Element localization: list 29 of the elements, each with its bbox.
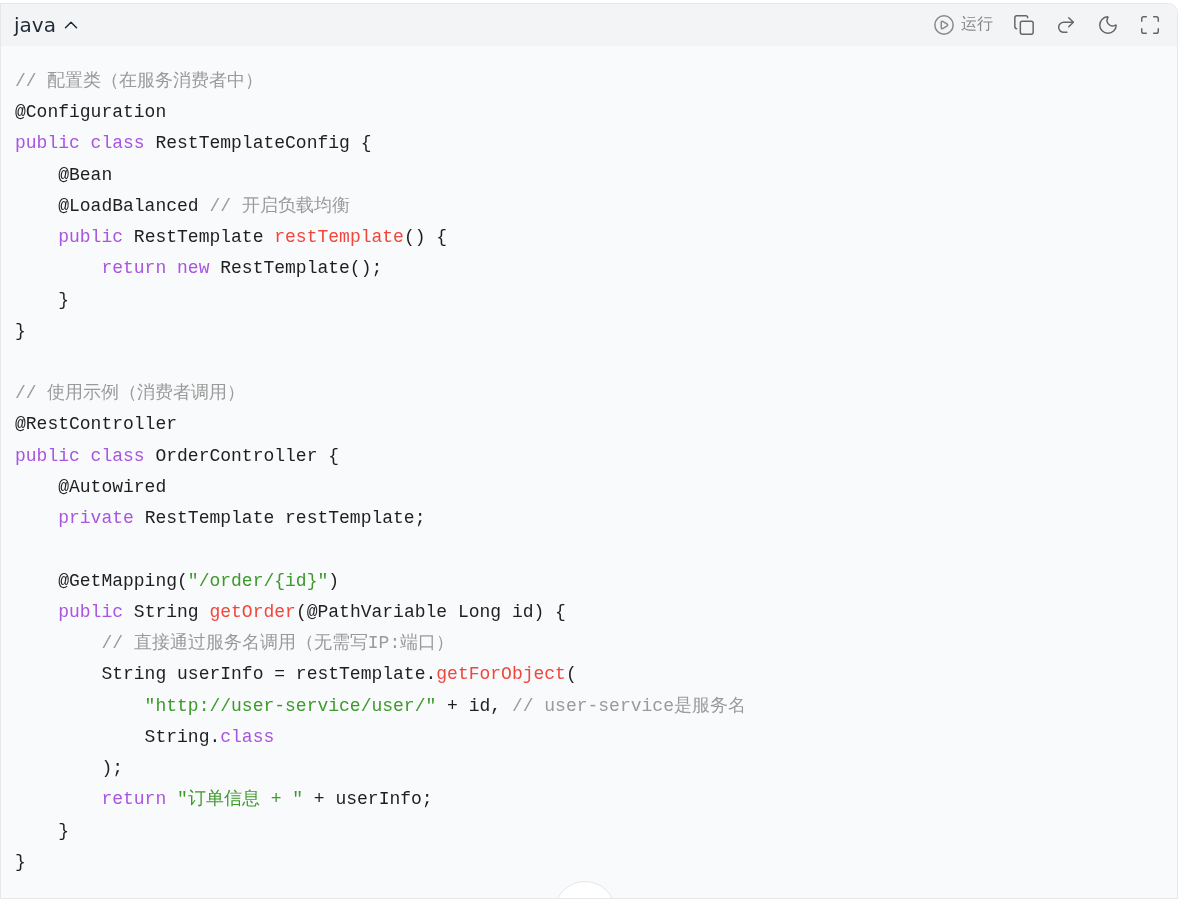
code-line: @Configuration (15, 101, 168, 125)
code-line: public class RestTemplateConfig { (15, 132, 373, 156)
code-line: "http://user-service/user/" + id, // user-service是服务名 (143, 694, 747, 718)
theme-button[interactable] (1097, 13, 1119, 36)
code-line: } (57, 288, 70, 312)
code-line: } (15, 850, 27, 874)
code-line: } (15, 319, 27, 343)
fullscreen-button[interactable] (1139, 13, 1161, 36)
code-line: @Autowired (57, 475, 168, 499)
code-line: public class OrderController { (15, 444, 341, 468)
code-line: String.class (143, 725, 276, 749)
code-line: public RestTemplate restTemplate() { (57, 226, 449, 250)
code-line: public String getOrder(@PathVariable Long id) { (57, 600, 567, 624)
code-line: // 直接通过服务名调用（无需写IP:端口） (100, 632, 456, 656)
code-line: return "订单信息 + " + userInfo; (100, 788, 434, 812)
code-line: // 使用示例（消费者调用） (15, 382, 247, 406)
language-toggle[interactable]: java (14, 12, 82, 37)
code-line: @RestController (15, 413, 179, 437)
code-line: @LoadBalanced // 开启负载均衡 (57, 194, 351, 218)
code-line: } (57, 819, 70, 843)
code-line: private RestTemplate restTemplate; (57, 507, 427, 531)
code-line: String userInfo = restTemplate.getForObject( (100, 663, 578, 687)
code-line: // 配置类（在服务消费者中） (15, 69, 265, 93)
play-icon (933, 13, 955, 36)
code-line: @GetMapping("/order/{id}") (57, 569, 341, 593)
code-line: @Bean (57, 163, 114, 187)
copy-button[interactable] (1013, 13, 1035, 36)
code-line: return new RestTemplate(); (100, 257, 384, 281)
code-line: ); (100, 757, 125, 781)
